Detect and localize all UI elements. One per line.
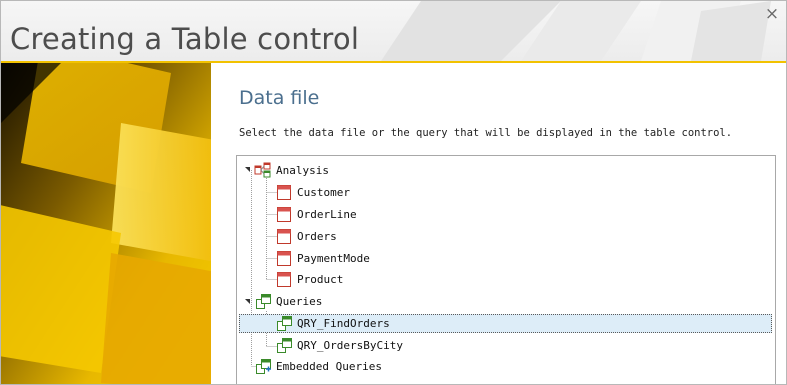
data-file-icon	[277, 272, 291, 287]
tree-node-label: Orders	[297, 230, 337, 243]
close-icon[interactable]: ×	[763, 5, 781, 23]
query-icon	[277, 316, 292, 331]
data-file-icon	[277, 251, 291, 266]
tree-node-label: Product	[297, 273, 344, 286]
tree-node-file[interactable]: Product	[237, 270, 773, 291]
tree-node-query[interactable]: QRY_OrdersByCity	[237, 335, 773, 356]
tree-node-query-selected[interactable]: QRY_FindOrders	[237, 313, 773, 334]
wizard-title: Creating a Table control	[10, 22, 360, 56]
data-file-tree[interactable]: Analysis Customer OrderLine Orders Payme…	[236, 155, 776, 384]
data-file-icon	[277, 207, 291, 222]
page-description: Select the data file or the query that w…	[239, 127, 733, 139]
tree-node-file[interactable]: OrderLine	[237, 204, 773, 225]
tree-node-file[interactable]: PaymentMode	[237, 248, 773, 269]
tree-node-label: Customer	[297, 186, 350, 199]
expand-arrow-icon[interactable]	[245, 167, 250, 172]
query-icon	[277, 338, 292, 353]
wizard-content: Data file Select the data file or the qu…	[211, 63, 786, 384]
tree-node-queries[interactable]: Queries	[237, 291, 773, 312]
tree-node-label: OrderLine	[297, 208, 357, 221]
tree-node-file[interactable]: Customer	[237, 182, 773, 203]
tree-node-label: PaymentMode	[297, 252, 370, 265]
tree-node-label: QRY_OrdersByCity	[297, 339, 403, 352]
tree-node-label: Queries	[276, 295, 323, 308]
expand-arrow-icon[interactable]	[245, 299, 250, 304]
tree-node-label: Analysis	[276, 164, 329, 177]
data-file-icon	[277, 229, 291, 244]
embedded-query-icon	[256, 359, 271, 374]
tree-node-label: QRY_FindOrders	[297, 317, 390, 330]
tree-node-analysis[interactable]: Analysis	[237, 160, 773, 181]
tree-node-embedded-queries[interactable]: Embedded Queries	[237, 356, 773, 377]
wizard-header: Creating a Table control ×	[1, 1, 786, 61]
tree-node-file[interactable]: Orders	[237, 226, 773, 247]
query-icon	[256, 294, 271, 309]
wizard-window: Creating a Table control × Data file Sel…	[0, 0, 787, 385]
tree-node-label: Embedded Queries	[276, 360, 382, 373]
page-heading: Data file	[239, 87, 320, 109]
analysis-icon	[254, 162, 271, 178]
side-banner-image	[1, 63, 211, 384]
data-file-icon	[277, 185, 291, 200]
